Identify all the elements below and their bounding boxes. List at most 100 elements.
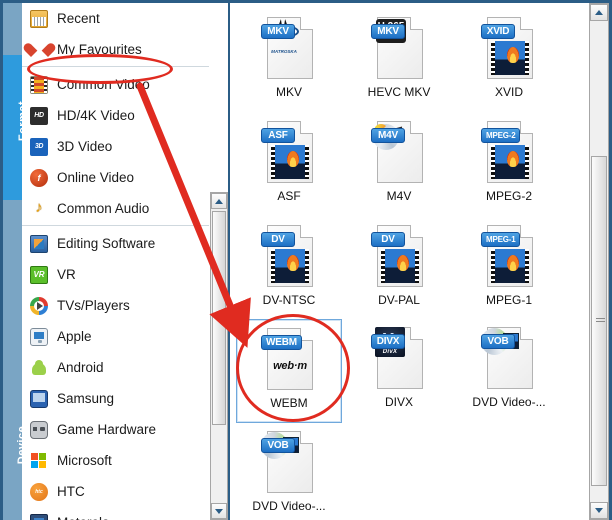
htc-logo-icon: htc [30,482,48,501]
sidebar-item-label: HD/4K Video [57,107,135,123]
format-badge: ASF [261,128,295,143]
sidebar-item-motorola[interactable]: Motorola [22,507,209,520]
sidebar-item-apple[interactable]: Apple [22,321,209,352]
scroll-up-button[interactable] [590,4,608,21]
sidebar-item-3d-video[interactable]: 3D 3D Video [22,131,209,162]
file-icon: XVID [481,15,537,83]
sidebar-item-editing-software[interactable]: Editing Software [22,228,209,259]
microsoft-logo-icon [30,452,48,470]
sidebar-item-microsoft[interactable]: Microsoft [22,445,209,476]
category-list[interactable]: Recent My Favourites Common Video HD HD/… [22,3,210,520]
file-icon: MATROSKA MKV [261,15,317,83]
sidebar-item-online-video[interactable]: f Online Video [22,162,209,193]
file-icon: DV [261,223,317,291]
file-icon: web·m WEBM [261,326,317,394]
format-badge: VOB [261,438,295,453]
format-badge: XVID [481,24,515,39]
tab-device[interactable]: Device [3,383,28,520]
film-art [381,249,419,283]
sidebar-item-label: Motorola [57,516,110,520]
sidebar-item-game-hardware[interactable]: Game Hardware [22,414,209,445]
format-item-mpeg-1[interactable]: MPEG-1 MPEG-1 [456,217,562,321]
scroll-up-button[interactable] [211,193,227,209]
format-chooser-window: Format Device Recent My Favourites Commo… [0,0,612,520]
sidebar-item-common-video[interactable]: Common Video [22,69,209,100]
format-caption: MKV [275,85,302,99]
scrollbar-thumb[interactable] [212,211,226,425]
flash-circle-icon: f [30,168,48,187]
file-icon: MPEG-2 [481,119,537,187]
scroll-down-button[interactable] [211,503,227,519]
apple-device-icon [30,327,48,346]
list-divider [22,66,209,67]
chevron-up-icon [595,10,603,15]
gamepad-icon [30,420,48,439]
format-item-webm[interactable]: web·m WEBM WEBM [236,319,342,423]
vertical-tab-rail: Format Device [3,3,29,520]
sidebar-item-label: Recent [57,10,100,26]
format-item-dvd-video-vob-1[interactable]: VOB DVD Video-... [456,319,562,423]
grip-icon [216,315,224,321]
sidebar-item-samsung[interactable]: Samsung [22,383,209,414]
format-grid-scrollbar[interactable] [589,3,609,520]
file-icon: ASF [261,119,317,187]
file-icon: DV [371,223,427,291]
tv-players-icon [30,296,48,315]
format-item-mkv[interactable]: MATROSKA MKV MKV [236,9,342,113]
format-badge: WEBM [261,335,302,350]
format-item-hevc-mkv[interactable]: H.265HEVC MKV HEVC MKV [346,9,452,113]
format-caption: MPEG-2 [485,189,532,203]
format-item-mpeg-2[interactable]: MPEG-2 MPEG-2 [456,113,562,217]
format-item-dvd-video-vob-2[interactable]: VOB DVD Video-... [236,423,342,520]
format-caption: DVD Video-... [252,499,326,513]
sidebar-item-my-favourites[interactable]: My Favourites [22,34,209,65]
hd-badge-icon: HD [30,106,48,125]
tab-format[interactable]: Format [3,55,29,200]
sidebar-item-recent[interactable]: Recent [22,3,209,34]
format-caption: XVID [494,85,523,99]
format-badge: DV [371,232,405,247]
3d-badge-icon: 3D [30,137,48,156]
format-item-m4v[interactable]: ♫ M4V M4V [346,113,452,217]
scroll-down-button[interactable] [590,502,608,519]
format-caption: MPEG-1 [485,293,532,307]
sidebar-item-tvs-players[interactable]: TVs/Players [22,290,209,321]
android-robot-icon [30,359,48,377]
file-icon: VOB [261,429,317,497]
format-item-xvid[interactable]: XVID XVID [456,9,562,113]
sidebar-item-label: 3D Video [57,138,113,154]
format-badge: MKV [261,24,295,39]
format-item-divx[interactable]: X DivX DIVX DIVX [346,319,452,423]
file-icon: ♫ M4V [371,119,427,187]
format-grid: MATROSKA MKV MKV H.265HEVC MKV HEVC MKV … [230,3,585,520]
sidebar-item-common-audio[interactable]: ♪ Common Audio [22,193,209,224]
recent-grid-icon [30,9,48,28]
sidebar-item-android[interactable]: Android [22,352,209,383]
sidebar-item-label: Microsoft [57,452,112,468]
format-caption: DV-PAL [378,293,420,307]
file-icon: VOB [481,325,537,393]
format-caption: WEBM [270,396,308,410]
film-art [491,145,529,179]
sidebar-item-vr[interactable]: VR VR [22,259,209,290]
format-caption: HEVC MKV [367,85,431,99]
format-badge: M4V [371,128,405,143]
format-item-asf[interactable]: ASF ASF [236,113,342,217]
sidebar-item-label: Game Hardware [57,421,157,437]
samsung-phone-icon [30,389,48,408]
grip-icon [596,318,605,324]
format-item-dv-ntsc[interactable]: DV DV-NTSC [236,217,342,321]
sidebar-item-label: My Favourites [57,41,142,57]
category-list-scrollbar[interactable] [210,192,228,520]
chevron-up-icon [215,198,223,204]
format-caption: ASF [277,189,301,203]
file-icon: H.265HEVC MKV [371,15,427,83]
format-badge: MPEG-1 [481,232,521,247]
format-badge: MKV [371,24,405,39]
format-item-dv-pal[interactable]: DV DV-PAL [346,217,452,321]
motorola-phone-icon [30,513,48,520]
scrollbar-thumb[interactable] [591,156,607,486]
sidebar-item-htc[interactable]: htc HTC [22,476,209,507]
sidebar-item-label: VR [57,266,76,282]
sidebar-item-hd-4k-video[interactable]: HD HD/4K Video [22,100,209,131]
